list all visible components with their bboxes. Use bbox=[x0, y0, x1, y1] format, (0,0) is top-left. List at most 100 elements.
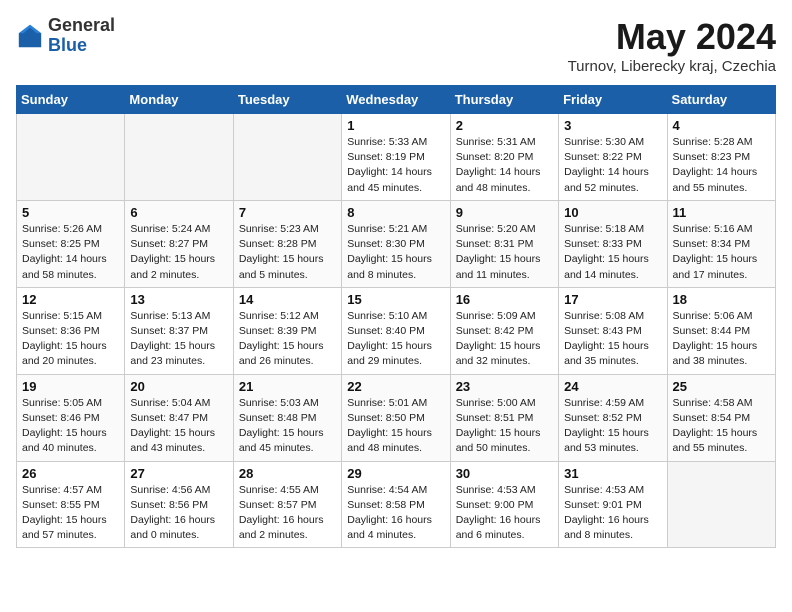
month-year: May 2024 bbox=[568, 16, 776, 58]
day-info: Sunrise: 5:06 AMSunset: 8:44 PMDaylight:… bbox=[673, 309, 770, 370]
calendar-week-2: 5 Sunrise: 5:26 AMSunset: 8:25 PMDaylight… bbox=[17, 200, 776, 287]
day-number: 29 bbox=[347, 466, 444, 481]
day-info: Sunrise: 4:53 AMSunset: 9:00 PMDaylight:… bbox=[456, 483, 553, 544]
day-info: Sunrise: 5:16 AMSunset: 8:34 PMDaylight:… bbox=[673, 222, 770, 283]
calendar-cell: 6 Sunrise: 5:24 AMSunset: 8:27 PMDaylight… bbox=[125, 200, 233, 287]
calendar-cell: 8 Sunrise: 5:21 AMSunset: 8:30 PMDaylight… bbox=[342, 200, 450, 287]
day-number: 31 bbox=[564, 466, 661, 481]
calendar-table: SundayMondayTuesdayWednesdayThursdayFrid… bbox=[16, 85, 776, 548]
day-number: 5 bbox=[22, 205, 119, 220]
day-info: Sunrise: 4:55 AMSunset: 8:57 PMDaylight:… bbox=[239, 483, 336, 544]
page-header: General Blue May 2024 Turnov, Liberecky … bbox=[16, 16, 776, 75]
day-info: Sunrise: 5:01 AMSunset: 8:50 PMDaylight:… bbox=[347, 396, 444, 457]
day-number: 22 bbox=[347, 379, 444, 394]
calendar-week-1: 1 Sunrise: 5:33 AMSunset: 8:19 PMDaylight… bbox=[17, 114, 776, 201]
calendar-cell: 30 Sunrise: 4:53 AMSunset: 9:00 PMDayligh… bbox=[450, 461, 558, 548]
day-info: Sunrise: 4:58 AMSunset: 8:54 PMDaylight:… bbox=[673, 396, 770, 457]
calendar-cell bbox=[125, 114, 233, 201]
logo-icon bbox=[16, 22, 44, 50]
day-info: Sunrise: 5:21 AMSunset: 8:30 PMDaylight:… bbox=[347, 222, 444, 283]
day-info: Sunrise: 5:03 AMSunset: 8:48 PMDaylight:… bbox=[239, 396, 336, 457]
calendar-week-3: 12 Sunrise: 5:15 AMSunset: 8:36 PMDayligh… bbox=[17, 287, 776, 374]
day-number: 28 bbox=[239, 466, 336, 481]
day-number: 23 bbox=[456, 379, 553, 394]
day-number: 11 bbox=[673, 205, 770, 220]
day-number: 4 bbox=[673, 118, 770, 133]
location: Turnov, Liberecky kraj, Czechia bbox=[568, 58, 776, 75]
calendar-cell: 25 Sunrise: 4:58 AMSunset: 8:54 PMDayligh… bbox=[667, 374, 775, 461]
day-number: 25 bbox=[673, 379, 770, 394]
calendar-week-5: 26 Sunrise: 4:57 AMSunset: 8:55 PMDayligh… bbox=[17, 461, 776, 548]
calendar-cell: 5 Sunrise: 5:26 AMSunset: 8:25 PMDaylight… bbox=[17, 200, 125, 287]
calendar-cell: 27 Sunrise: 4:56 AMSunset: 8:56 PMDayligh… bbox=[125, 461, 233, 548]
calendar-cell: 23 Sunrise: 5:00 AMSunset: 8:51 PMDayligh… bbox=[450, 374, 558, 461]
day-info: Sunrise: 4:57 AMSunset: 8:55 PMDaylight:… bbox=[22, 483, 119, 544]
weekday-header-row: SundayMondayTuesdayWednesdayThursdayFrid… bbox=[17, 86, 776, 114]
day-info: Sunrise: 5:18 AMSunset: 8:33 PMDaylight:… bbox=[564, 222, 661, 283]
day-number: 7 bbox=[239, 205, 336, 220]
calendar-cell: 13Sunrise: 5:13 AMSunset: 8:37 PMDayligh… bbox=[125, 287, 233, 374]
calendar-cell bbox=[667, 461, 775, 548]
day-info: Sunrise: 5:28 AMSunset: 8:23 PMDaylight:… bbox=[673, 135, 770, 196]
calendar-cell: 12 Sunrise: 5:15 AMSunset: 8:36 PMDayligh… bbox=[17, 287, 125, 374]
calendar-cell bbox=[17, 114, 125, 201]
day-info: Sunrise: 5:26 AMSunset: 8:25 PMDaylight:… bbox=[22, 222, 119, 283]
day-number: 20 bbox=[130, 379, 227, 394]
calendar-cell: 4 Sunrise: 5:28 AMSunset: 8:23 PMDaylight… bbox=[667, 114, 775, 201]
calendar-cell: 10 Sunrise: 5:18 AMSunset: 8:33 PMDayligh… bbox=[559, 200, 667, 287]
day-info: Sunrise: 5:10 AMSunset: 8:40 PMDaylight:… bbox=[347, 309, 444, 370]
day-info: Sunrise: 5:04 AMSunset: 8:47 PMDaylight:… bbox=[130, 396, 227, 457]
day-number: 15 bbox=[347, 292, 444, 307]
calendar-cell bbox=[233, 114, 341, 201]
day-number: 9 bbox=[456, 205, 553, 220]
weekday-header-sunday: Sunday bbox=[17, 86, 125, 114]
calendar-cell: 2Sunrise: 5:31 AMSunset: 8:20 PMDaylight… bbox=[450, 114, 558, 201]
day-number: 2 bbox=[456, 118, 553, 133]
calendar-cell: 24Sunrise: 4:59 AMSunset: 8:52 PMDayligh… bbox=[559, 374, 667, 461]
logo-text: General Blue bbox=[48, 16, 115, 56]
calendar-cell: 18 Sunrise: 5:06 AMSunset: 8:44 PMDayligh… bbox=[667, 287, 775, 374]
day-info: Sunrise: 4:54 AMSunset: 8:58 PMDaylight:… bbox=[347, 483, 444, 544]
day-info: Sunrise: 5:20 AMSunset: 8:31 PMDaylight:… bbox=[456, 222, 553, 283]
calendar-cell: 19Sunrise: 5:05 AMSunset: 8:46 PMDayligh… bbox=[17, 374, 125, 461]
day-number: 26 bbox=[22, 466, 119, 481]
day-number: 3 bbox=[564, 118, 661, 133]
day-info: Sunrise: 5:23 AMSunset: 8:28 PMDaylight:… bbox=[239, 222, 336, 283]
day-info: Sunrise: 5:33 AMSunset: 8:19 PMDaylight:… bbox=[347, 135, 444, 196]
logo: General Blue bbox=[16, 16, 115, 56]
day-number: 21 bbox=[239, 379, 336, 394]
day-number: 24 bbox=[564, 379, 661, 394]
day-number: 6 bbox=[130, 205, 227, 220]
logo-general: General bbox=[48, 16, 115, 36]
calendar-cell: 28 Sunrise: 4:55 AMSunset: 8:57 PMDayligh… bbox=[233, 461, 341, 548]
calendar-week-4: 19Sunrise: 5:05 AMSunset: 8:46 PMDayligh… bbox=[17, 374, 776, 461]
day-number: 14 bbox=[239, 292, 336, 307]
day-number: 16 bbox=[456, 292, 553, 307]
title-block: May 2024 Turnov, Liberecky kraj, Czechia bbox=[568, 16, 776, 75]
calendar-cell: 16 Sunrise: 5:09 AMSunset: 8:42 PMDayligh… bbox=[450, 287, 558, 374]
day-number: 12 bbox=[22, 292, 119, 307]
calendar-cell: 29 Sunrise: 4:54 AMSunset: 8:58 PMDayligh… bbox=[342, 461, 450, 548]
calendar-cell: 1 Sunrise: 5:33 AMSunset: 8:19 PMDaylight… bbox=[342, 114, 450, 201]
calendar-cell: 21 Sunrise: 5:03 AMSunset: 8:48 PMDayligh… bbox=[233, 374, 341, 461]
day-number: 8 bbox=[347, 205, 444, 220]
day-info: Sunrise: 5:05 AMSunset: 8:46 PMDaylight:… bbox=[22, 396, 119, 457]
calendar-cell: 3 Sunrise: 5:30 AMSunset: 8:22 PMDaylight… bbox=[559, 114, 667, 201]
day-info: Sunrise: 5:24 AMSunset: 8:27 PMDaylight:… bbox=[130, 222, 227, 283]
logo-blue: Blue bbox=[48, 36, 115, 56]
calendar-cell: 26 Sunrise: 4:57 AMSunset: 8:55 PMDayligh… bbox=[17, 461, 125, 548]
day-info: Sunrise: 5:00 AMSunset: 8:51 PMDaylight:… bbox=[456, 396, 553, 457]
day-info: Sunrise: 5:15 AMSunset: 8:36 PMDaylight:… bbox=[22, 309, 119, 370]
weekday-header-wednesday: Wednesday bbox=[342, 86, 450, 114]
day-info: Sunrise: 5:30 AMSunset: 8:22 PMDaylight:… bbox=[564, 135, 661, 196]
day-info: Sunrise: 5:12 AMSunset: 8:39 PMDaylight:… bbox=[239, 309, 336, 370]
day-number: 30 bbox=[456, 466, 553, 481]
day-number: 27 bbox=[130, 466, 227, 481]
day-number: 10 bbox=[564, 205, 661, 220]
calendar-cell: 22 Sunrise: 5:01 AMSunset: 8:50 PMDayligh… bbox=[342, 374, 450, 461]
day-info: Sunrise: 4:56 AMSunset: 8:56 PMDaylight:… bbox=[130, 483, 227, 544]
day-number: 1 bbox=[347, 118, 444, 133]
day-number: 13 bbox=[130, 292, 227, 307]
day-info: Sunrise: 5:09 AMSunset: 8:42 PMDaylight:… bbox=[456, 309, 553, 370]
day-number: 18 bbox=[673, 292, 770, 307]
